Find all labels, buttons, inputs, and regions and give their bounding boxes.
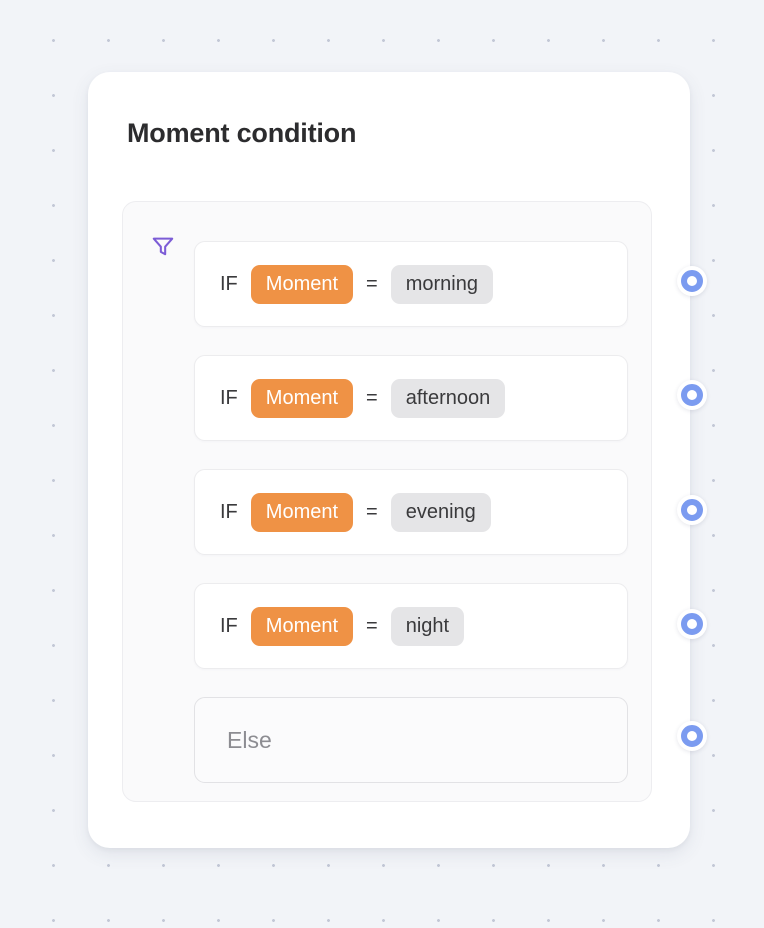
condition-field-chip[interactable]: Moment [250,264,354,304]
output-port-morning[interactable] [677,266,707,296]
port-ring-icon [681,725,703,747]
flow-canvas[interactable]: Moment condition IF Moment = morning IF … [0,0,764,928]
port-ring-icon [681,613,703,635]
output-port-evening[interactable] [677,495,707,525]
output-port-night[interactable] [677,609,707,639]
port-ring-icon [681,499,703,521]
condition-prefix: IF [220,386,238,409]
else-row[interactable]: Else [194,697,628,783]
conditions-list: IF Moment = morning IF Moment = afternoo… [194,241,628,783]
condition-row[interactable]: IF Moment = morning [194,241,628,327]
condition-operator[interactable]: = [366,615,378,638]
moment-condition-node[interactable]: Moment condition IF Moment = morning IF … [88,72,690,848]
condition-operator[interactable]: = [366,273,378,296]
condition-value-chip[interactable]: morning [390,264,493,304]
port-ring-icon [681,384,703,406]
condition-operator[interactable]: = [366,387,378,410]
condition-operator[interactable]: = [366,501,378,524]
conditions-panel: IF Moment = morning IF Moment = afternoo… [122,201,652,802]
port-ring-icon [681,270,703,292]
funnel-icon [150,233,176,259]
output-port-afternoon[interactable] [677,380,707,410]
condition-row[interactable]: IF Moment = evening [194,469,628,555]
condition-field-chip[interactable]: Moment [250,606,354,646]
condition-row[interactable]: IF Moment = afternoon [194,355,628,441]
condition-value-chip[interactable]: night [390,606,465,646]
condition-field-chip[interactable]: Moment [250,492,354,532]
condition-prefix: IF [220,614,238,637]
condition-row[interactable]: IF Moment = night [194,583,628,669]
condition-value-chip[interactable]: evening [390,492,491,532]
condition-prefix: IF [220,500,238,523]
else-label: Else [227,726,272,753]
condition-prefix: IF [220,272,238,295]
condition-value-chip[interactable]: afternoon [390,378,506,418]
output-port-else[interactable] [677,721,707,751]
node-title: Moment condition [127,118,357,148]
condition-field-chip[interactable]: Moment [250,378,354,418]
